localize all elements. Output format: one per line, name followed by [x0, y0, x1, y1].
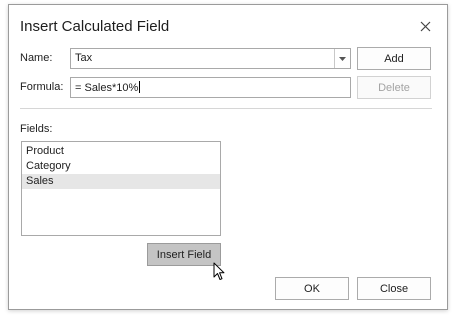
list-item-category[interactable]: Category [22, 159, 220, 174]
formula-input[interactable]: = Sales*10% [70, 77, 351, 98]
close-icon[interactable] [417, 18, 433, 34]
chevron-down-icon[interactable] [334, 49, 350, 68]
fields-label: Fields: [20, 123, 53, 135]
insert-field-button[interactable]: Insert Field [147, 243, 221, 266]
add-button[interactable]: Add [357, 47, 431, 70]
close-button[interactable]: Close [357, 277, 431, 300]
fields-listbox[interactable]: Product Category Sales [21, 141, 221, 236]
delete-button[interactable]: Delete [357, 76, 431, 99]
ok-button[interactable]: OK [275, 277, 349, 300]
insert-calculated-field-dialog: Insert Calculated Field Name: Tax Add Fo… [8, 4, 448, 310]
separator [20, 108, 432, 109]
name-combobox[interactable]: Tax [70, 48, 351, 69]
formula-value: = Sales*10% [75, 82, 139, 94]
list-item-product[interactable]: Product [22, 144, 220, 159]
formula-label: Formula: [20, 81, 64, 93]
list-item-sales[interactable]: Sales [22, 174, 220, 189]
name-value: Tax [75, 52, 93, 64]
name-label: Name: [20, 52, 53, 64]
mouse-pointer-icon [213, 262, 225, 284]
dialog-title: Insert Calculated Field [20, 18, 170, 35]
